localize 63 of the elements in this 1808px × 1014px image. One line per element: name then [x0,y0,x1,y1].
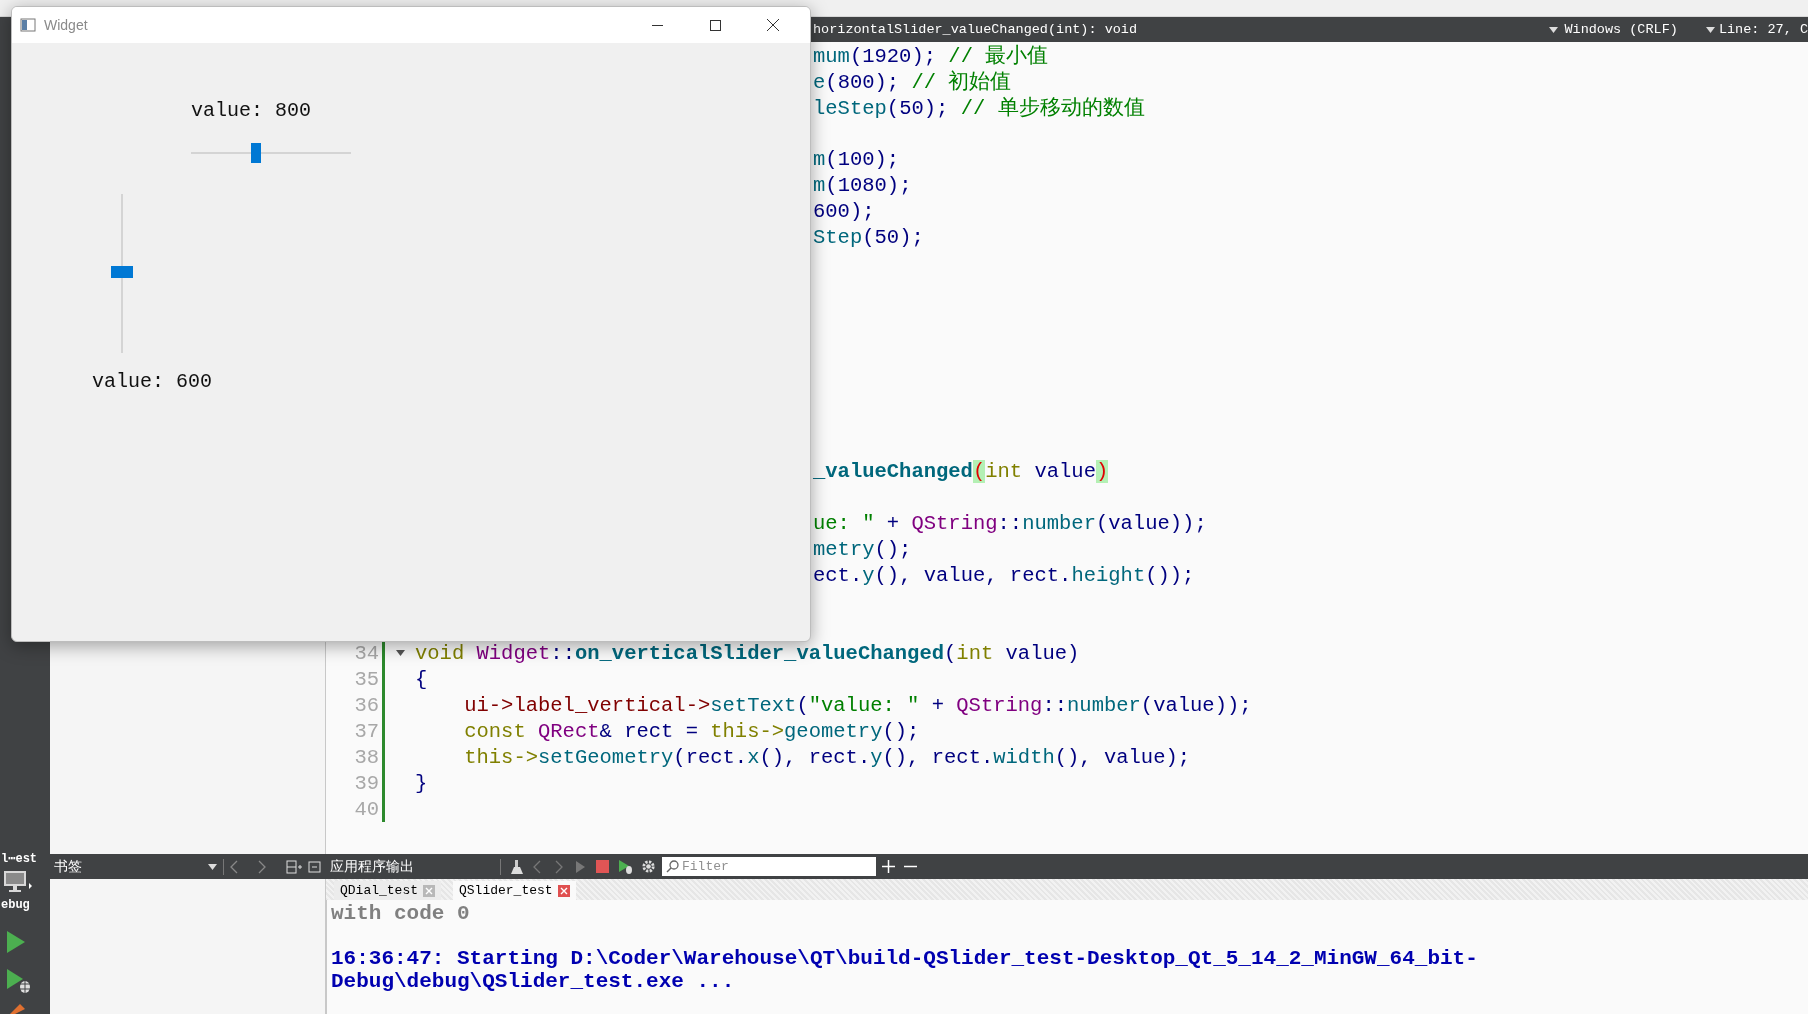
code-line: } [415,771,428,795]
collapse-arrow-icon[interactable] [395,650,405,656]
value-label: value: 600 [92,370,213,393]
code-line: 600); [813,199,875,223]
close-pane-icon[interactable] [308,859,322,874]
tab-close-icon[interactable] [423,884,435,897]
value-label: value: 800 [191,99,312,122]
vertical-slider[interactable] [111,194,133,353]
run-icon[interactable] [6,930,26,954]
split-icon[interactable] [286,859,302,874]
search-icon [666,860,679,873]
symbol-selector[interactable]: horizontalSlider_valueChanged(int): void [813,22,1138,37]
pane-title: 应用程序输出 [330,857,415,876]
filter-field[interactable]: Filter [662,857,876,876]
clean-icon[interactable] [509,858,525,875]
slider-handle[interactable] [111,266,133,278]
close-icon [767,19,779,31]
code-line: ui->label_vertical->setText(″value: ″ + QString::number(value)); [463,693,1252,717]
code-line: ect.y(), value, rect.height()); [813,563,1195,587]
dropdown-caret-icon[interactable] [208,863,217,870]
line-number: 38 [354,745,380,769]
output-message: with code 0 [331,902,471,925]
monitor-icon[interactable] [2,870,32,894]
app-icon [20,17,36,33]
output-tab[interactable]: QDial_test [334,881,441,900]
slider-handle[interactable] [251,143,261,163]
add-icon[interactable] [882,860,895,873]
play-icon[interactable] [575,859,586,874]
horizontal-slider[interactable] [191,143,351,163]
line-ending-selector[interactable]: Windows (CRLF) [1564,22,1678,37]
line-number: 34 [354,641,380,665]
code-line: ue: ″ + QString::number(value)); [813,511,1207,535]
line-number: 40 [354,797,380,821]
code-line: Step(50); [813,225,924,249]
build-config-label: ebug [0,898,30,912]
output-tab[interactable]: QSlider_test [453,881,576,900]
code-line: this->setGeometry(rect.x(), rect.y(), rect.width(), value); [463,745,1191,769]
code-line: m(100); [813,147,900,171]
dropdown-caret-icon[interactable] [1705,26,1715,33]
maximize-icon [709,19,721,31]
code-line: e(800); // 初始值 [813,69,1012,95]
code-line: void Widget::on_verticalSlider_valueChanged(int value) [415,641,1080,665]
dropdown-caret-icon[interactable] [1549,26,1559,33]
settings-icon[interactable] [641,859,656,874]
line-number: 37 [354,719,380,743]
cursor-position[interactable]: Line: 27, C [1718,22,1808,37]
line-number: 35 [354,667,380,691]
pane-title: 书签 [54,857,83,876]
window-title: Widget [44,17,89,33]
code-line: metry(); [813,537,912,561]
line-number: 39 [354,771,380,795]
tab-close-icon[interactable] [557,884,570,897]
code-line: mum(1920); // 最小值 [813,43,1049,69]
project-name: l⋯est [0,851,38,866]
line-number: 36 [354,693,380,717]
code-line: m(1080); [813,173,912,197]
code-line: { [415,667,428,691]
debug-run-icon[interactable] [6,968,32,994]
code-line: _valueChanged(int value) [813,459,1109,483]
code-line: leStep(50); // 单步移动的数值 [813,95,1145,121]
code-line: const QRect& rect = this->geometry(); [463,719,920,743]
debug-run-icon[interactable] [618,859,633,874]
output-message: 16:36:47: Starting D:\Coder\Warehouse\QT\build-QSlider_test-Desktop_Qt_5_14_2_MinGW_64_bit-Debug\debug\QSlider_test.exe ... [331,947,1479,993]
